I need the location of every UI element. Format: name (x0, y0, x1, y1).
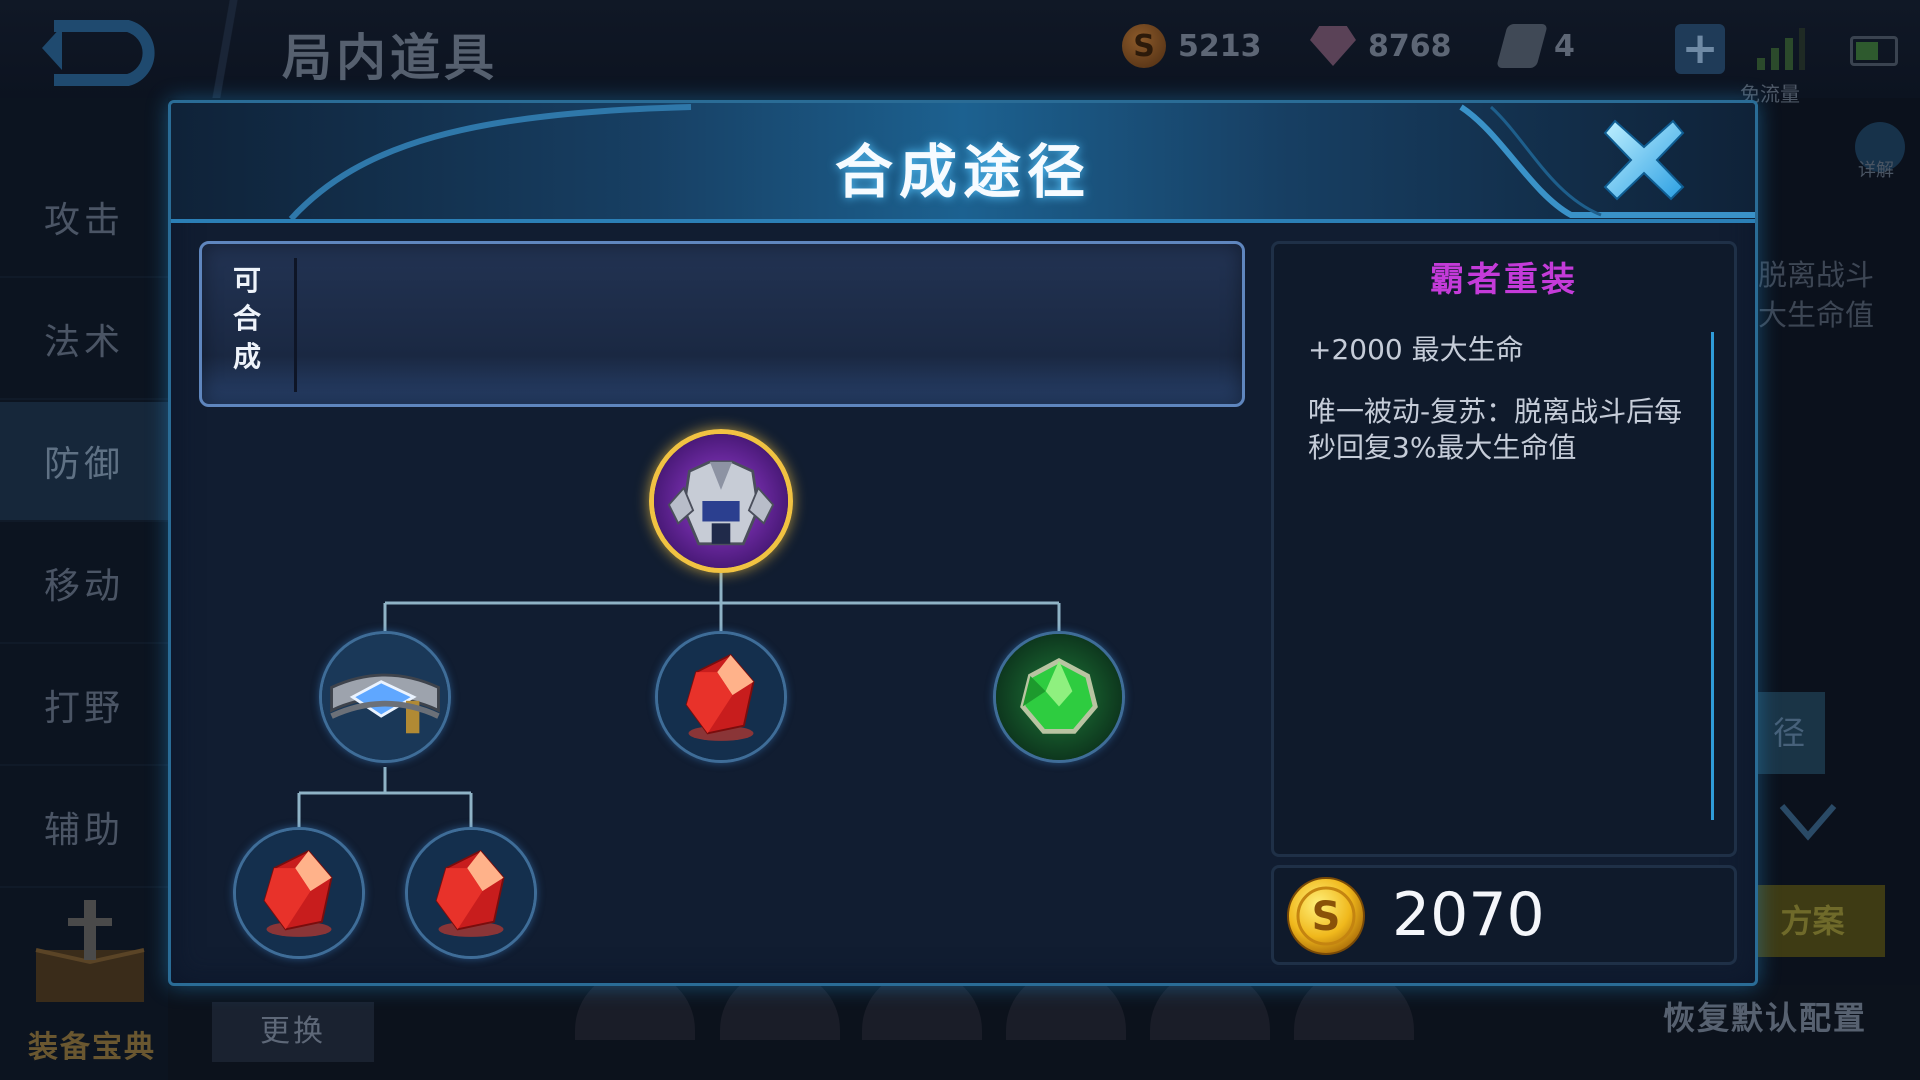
red-crystal-icon[interactable] (405, 827, 537, 959)
diamond-icon (1310, 26, 1356, 66)
composable-items-panel: 可合成 (199, 241, 1245, 407)
dialog-header: 合成途径 (171, 103, 1755, 223)
item-name: 霸者重装 (1430, 260, 1578, 300)
title-divider (190, 0, 260, 98)
gold-counter: S 5213 (1122, 24, 1262, 68)
battery-icon (1850, 36, 1898, 66)
sidebar-item-attack[interactable]: 攻击 (0, 158, 168, 278)
diamond-counter: 8768 (1310, 24, 1452, 68)
close-icon[interactable] (1603, 119, 1685, 201)
recharge-button[interactable]: + (1675, 24, 1725, 74)
heavy-armor-icon[interactable] (649, 429, 793, 573)
green-gem-icon[interactable] (993, 631, 1125, 763)
coin-symbol: S (1312, 894, 1341, 940)
back-icon[interactable] (40, 18, 170, 88)
sidebar-item-movement[interactable]: 移动 (0, 524, 168, 644)
item-price: 2070 (1392, 880, 1545, 950)
background-description-line: 脱离战斗 (1758, 258, 1875, 292)
change-button[interactable]: 更换 (212, 1002, 374, 1062)
page-title: 局内道具 (282, 29, 498, 87)
belt-icon[interactable] (319, 631, 451, 763)
item-info-panel: 霸者重装 +2000 最大生命 唯一被动-复苏：脱离战斗后每秒回复3%最大生命值 (1271, 241, 1737, 857)
chevron-down-icon[interactable] (1778, 800, 1838, 844)
diamond-amount: 8768 (1368, 28, 1452, 64)
red-crystal-icon[interactable] (233, 827, 365, 959)
dialog-title: 合成途径 (834, 138, 1091, 206)
info-scrollbar[interactable] (1711, 332, 1714, 820)
sidebar-item-jungle[interactable]: 打野 (0, 646, 168, 766)
price-box: S 2070 (1271, 865, 1737, 965)
equipment-book-label: 装备宝典 (28, 1030, 156, 1065)
detail-label: 详解 (1858, 160, 1894, 181)
voucher-counter: 4 (1496, 24, 1575, 68)
gold-amount: 5213 (1178, 28, 1262, 64)
composable-label: 可合成 (232, 264, 261, 373)
voucher-amount: 4 (1554, 28, 1575, 64)
red-crystal-icon[interactable] (655, 631, 787, 763)
voucher-icon (1496, 24, 1548, 68)
composable-divider (294, 258, 297, 392)
sidebar-item-support[interactable]: 辅助 (0, 768, 168, 888)
synthesis-dialog: 合成途径 可合成 霸者重装 +2000 最大生命 唯一被动-复苏：脱离战斗后每秒… (168, 100, 1758, 986)
background-description: 脱离战斗 大生命值 (1758, 255, 1874, 335)
plan-button[interactable]: 方案 (1740, 885, 1885, 957)
signal-icon (1757, 28, 1805, 70)
item-passive: 唯一被动-复苏：脱离战斗后每秒回复3%最大生命值 (1308, 395, 1683, 464)
item-stat: +2000 最大生命 (1308, 333, 1524, 366)
restore-default-button[interactable]: 恢复默认配置 (1640, 986, 1890, 1050)
equipment-book-icon[interactable] (28, 900, 152, 1010)
sidebar-item-magic[interactable]: 法术 (0, 280, 168, 400)
path-button[interactable]: 径 (1753, 692, 1825, 774)
background-description-line: 大生命值 (1758, 298, 1875, 332)
gold-coin-icon: S (1287, 877, 1365, 955)
gold-coin-icon: S (1122, 24, 1166, 68)
sidebar-item-defense[interactable]: 防御 (0, 402, 168, 522)
